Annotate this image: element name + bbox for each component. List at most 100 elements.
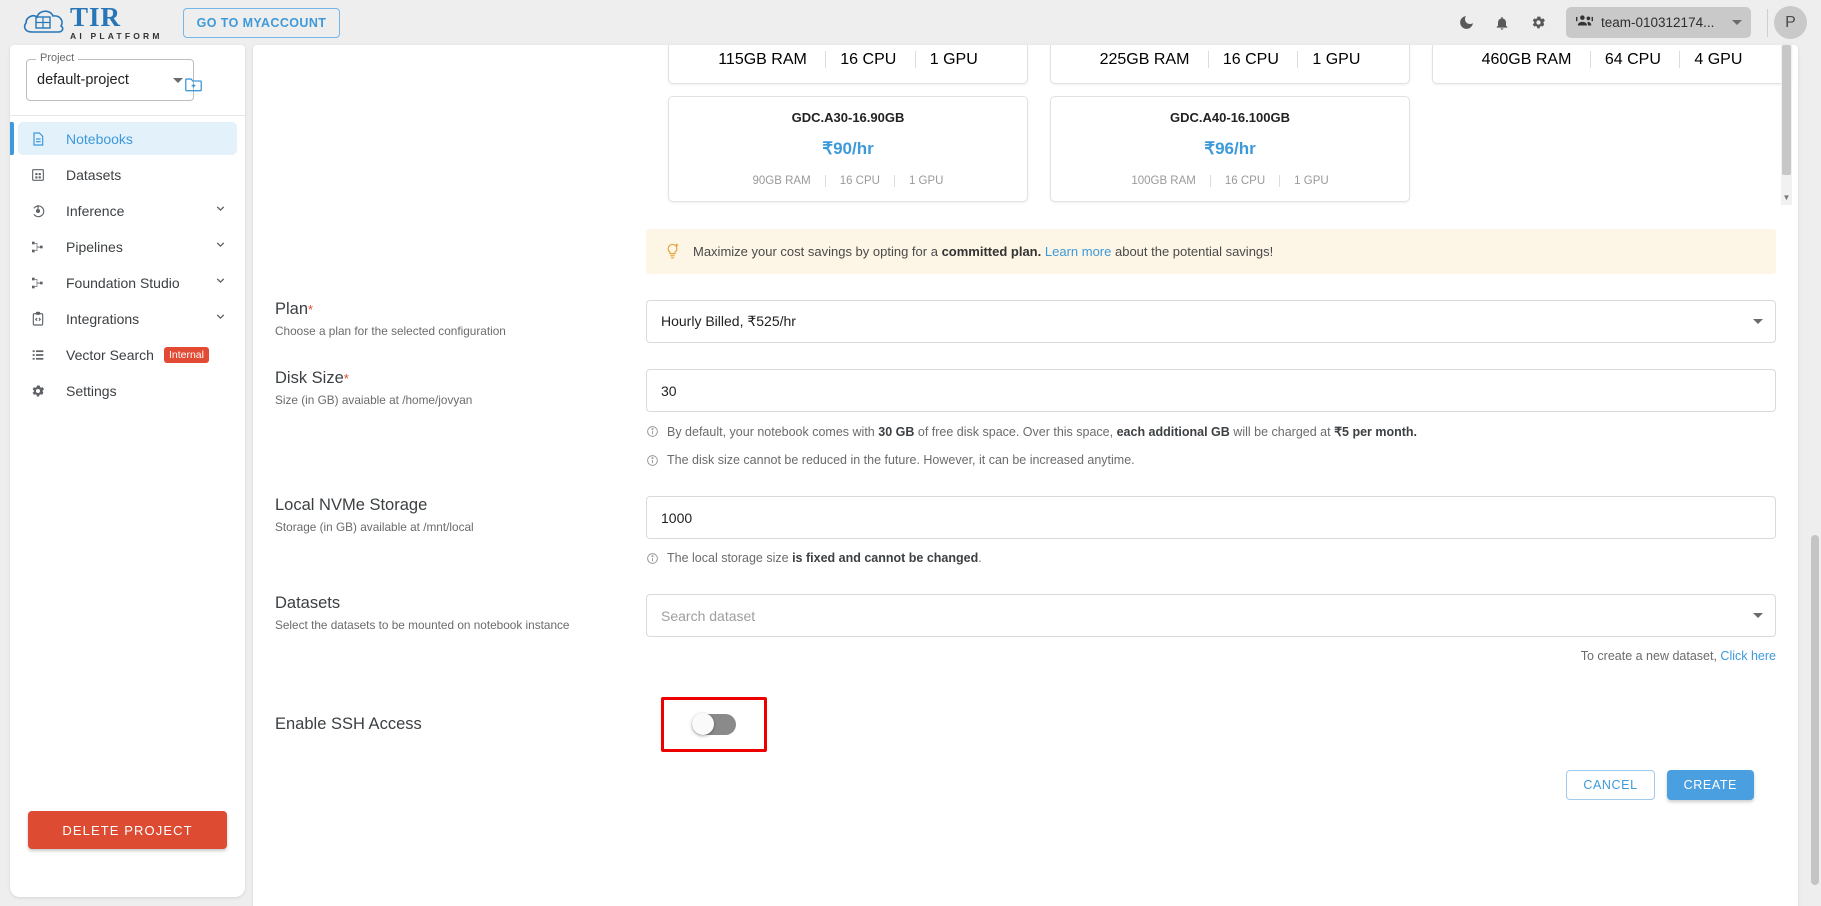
plan-card[interactable]: 460GB RAM 64 CPU 4 GPU xyxy=(1432,45,1792,84)
scroll-down-arrow-icon[interactable]: ▼ xyxy=(1782,192,1791,203)
spec-cpu: 16 CPU xyxy=(825,51,911,68)
chevron-down-icon xyxy=(214,274,227,292)
notebook-create-form-panel: 115GB RAM 16 CPU 1 GPU 225GB RAM 16 CPU … xyxy=(253,45,1798,906)
project-selector-block: Project default-project xyxy=(10,45,245,111)
form-footer-actions: CANCEL CREATE xyxy=(275,752,1776,800)
ssh-label: Enable SSH Access xyxy=(275,715,422,733)
local-nvme-input[interactable]: 1000 xyxy=(646,496,1776,539)
grid-icon xyxy=(30,167,54,183)
sidebar-item-pipelines[interactable]: Pipelines xyxy=(18,230,237,263)
plan-card[interactable]: GDC.A30-16.90GB ₹90/hr 90GB RAM 16 CPU 1… xyxy=(668,96,1028,202)
plan-cards-strip: 115GB RAM 16 CPU 1 GPU 225GB RAM 16 CPU … xyxy=(253,45,1798,205)
moon-icon[interactable] xyxy=(1448,5,1484,41)
spec-gpu: 1 GPU xyxy=(1297,51,1375,68)
bell-icon[interactable] xyxy=(1484,5,1520,41)
disk-size-sublabel: Size (in GB) avaiable at /home/jovyan xyxy=(275,393,473,407)
page-scrollbar[interactable] xyxy=(1809,45,1819,906)
plan-card[interactable]: GDC.A40-16.100GB ₹96/hr 100GB RAM 16 CPU… xyxy=(1050,96,1410,202)
form-row-ssh: Enable SSH Access xyxy=(275,697,1776,752)
spec-gpu: 1 GPU xyxy=(1279,175,1343,187)
project-select-value: default-project xyxy=(37,72,129,88)
spec-cpu: 16 CPU xyxy=(1207,51,1293,68)
disk-size-input[interactable]: 30 xyxy=(646,369,1776,412)
spec-gpu: 1 GPU xyxy=(914,51,992,68)
plan-label-text: Plan xyxy=(275,300,309,318)
info-icon xyxy=(646,454,659,470)
code-clipboard-icon xyxy=(30,311,54,327)
app-logo[interactable]: TIR AI PLATFORM xyxy=(22,4,163,41)
create-dataset-link[interactable]: Click here xyxy=(1720,649,1776,663)
datasets-helper: To create a new dataset, Click here xyxy=(646,649,1776,663)
learn-more-link[interactable]: Learn more xyxy=(1045,244,1111,259)
sidebar-item-label: Vector Search xyxy=(66,346,154,363)
banner-text-before: Maximize your cost savings by opting for… xyxy=(693,244,938,259)
gear-icon[interactable] xyxy=(1520,5,1556,41)
note1-f: ₹5 per month. xyxy=(1334,425,1418,439)
form-row-plan: Plan* Choose a plan for the selected con… xyxy=(275,300,1776,343)
cancel-button[interactable]: CANCEL xyxy=(1566,770,1655,800)
dataset-search-input[interactable]: Search dataset xyxy=(646,594,1776,637)
inference-icon xyxy=(30,203,54,219)
cloud-logo-icon xyxy=(22,6,68,40)
sidebar-item-settings[interactable]: Settings xyxy=(18,374,237,407)
local-nvme-label-col: Local NVMe Storage Storage (in GB) avail… xyxy=(275,496,646,568)
datasets-label-col: Datasets Select the datasets to be mount… xyxy=(275,594,646,663)
page-scrollbar-thumb[interactable] xyxy=(1811,535,1819,885)
project-select-legend: Project xyxy=(36,52,79,64)
pipeline-icon xyxy=(30,275,54,291)
spec-ram: 115GB RAM xyxy=(718,51,807,68)
plan-select[interactable]: Hourly Billed, ₹525/hr xyxy=(646,300,1776,343)
ssh-toggle-knob xyxy=(692,713,714,735)
sidebar-item-label: Foundation Studio xyxy=(66,274,180,291)
plan-card-price: ₹96/hr xyxy=(1204,139,1256,158)
sidebar-item-label: Integrations xyxy=(66,310,140,327)
pipeline-icon xyxy=(30,239,54,255)
ssh-label-col: Enable SSH Access xyxy=(275,715,646,734)
spec-ram: 90GB RAM xyxy=(752,175,811,187)
sidebar-item-label: Notebooks xyxy=(66,130,133,147)
document-icon xyxy=(30,131,54,147)
go-to-myaccount-button[interactable]: GO TO MYACCOUNT xyxy=(182,7,341,38)
disk-size-value: 30 xyxy=(661,382,677,399)
note1-b: 30 GB xyxy=(878,425,915,439)
sidebar-item-integrations[interactable]: Integrations xyxy=(18,302,237,335)
people-group-icon xyxy=(1576,14,1593,32)
sidebar-item-inference[interactable]: Inference xyxy=(18,194,237,227)
datasets-helper-text: To create a new dataset, xyxy=(1580,649,1717,663)
team-selector[interactable]: team-010312174... xyxy=(1566,7,1751,38)
plan-cards-scrollbar[interactable]: ▲ ▼ xyxy=(1781,45,1792,205)
spec-cpu: 16 CPU xyxy=(824,175,894,187)
header-actions: team-010312174... P xyxy=(1448,5,1821,41)
create-button[interactable]: CREATE xyxy=(1666,770,1754,800)
spec-gpu: 1 GPU xyxy=(893,175,958,187)
sidebar-item-datasets[interactable]: Datasets xyxy=(18,158,237,191)
ssh-toggle-highlight-box xyxy=(661,697,767,752)
plan-label: Plan* xyxy=(275,300,646,319)
folder-add-icon[interactable] xyxy=(184,76,203,98)
sidebar-item-foundation-studio[interactable]: Foundation Studio xyxy=(18,266,237,299)
banner-bold-text: committed plan. xyxy=(941,244,1042,259)
plan-card[interactable]: 115GB RAM 16 CPU 1 GPU xyxy=(668,45,1028,84)
logo-subtitle: AI PLATFORM xyxy=(70,31,163,42)
project-select[interactable]: Project default-project xyxy=(26,52,194,101)
scrollbar-thumb[interactable] xyxy=(1782,45,1791,175)
plan-card-specs: 460GB RAM 64 CPU 4 GPU xyxy=(1441,51,1783,69)
plan-card[interactable]: 225GB RAM 16 CPU 1 GPU xyxy=(1050,45,1410,84)
banner-text-after: about the potential savings! xyxy=(1114,244,1274,259)
note1-a: By default, your notebook comes with xyxy=(667,425,875,439)
gear-icon xyxy=(30,383,54,399)
form-row-datasets: Datasets Select the datasets to be mount… xyxy=(275,594,1776,663)
sidebar-item-notebooks[interactable]: Notebooks xyxy=(10,122,237,155)
sidebar-item-vector-search[interactable]: Vector Search Internal xyxy=(18,338,237,371)
avatar[interactable]: P xyxy=(1774,6,1807,39)
delete-project-button[interactable]: DELETE PROJECT xyxy=(28,811,227,849)
plan-select-value: Hourly Billed, ₹525/hr xyxy=(661,313,796,329)
committed-plan-banner: Maximize your cost savings by opting for… xyxy=(646,229,1776,274)
chevron-down-icon xyxy=(214,202,227,220)
plan-card-specs: 115GB RAM 16 CPU 1 GPU xyxy=(677,51,1019,69)
team-name-label: team-010312174... xyxy=(1601,15,1715,30)
note1-c: of free disk space. Over this space, xyxy=(917,425,1114,439)
ssh-toggle[interactable] xyxy=(692,713,736,735)
plan-field-col: Hourly Billed, ₹525/hr xyxy=(646,300,1776,343)
required-marker: * xyxy=(343,371,349,386)
